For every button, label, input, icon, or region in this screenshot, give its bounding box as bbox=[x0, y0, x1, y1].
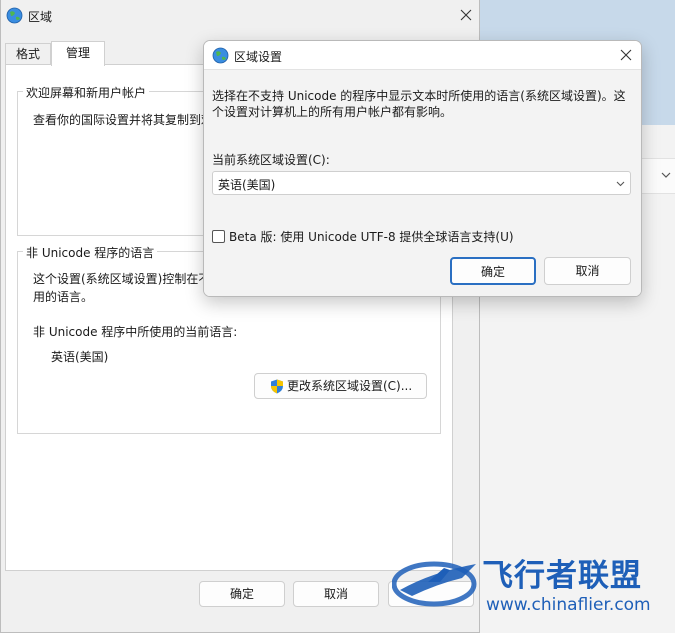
ok-button[interactable]: 确定 bbox=[199, 581, 285, 607]
dialog-ok-button[interactable]: 确定 bbox=[450, 257, 536, 285]
welcome-group-legend: 欢迎屏幕和新用户帐户 bbox=[23, 84, 150, 101]
chinaflier-watermark: 飞行者联盟 www.chinaflier.com bbox=[392, 545, 675, 633]
tab-administrative[interactable]: 管理 bbox=[51, 41, 105, 66]
plane-logo-icon bbox=[392, 561, 477, 607]
watermark-url: www.chinaflier.com bbox=[486, 595, 651, 615]
system-locale-select[interactable]: 英语(美国) bbox=[212, 171, 631, 195]
chevron-down-icon bbox=[661, 172, 671, 178]
close-icon[interactable] bbox=[618, 47, 634, 63]
nonunicode-description-line2: 用的语言。 bbox=[33, 290, 94, 304]
globe-icon bbox=[6, 7, 23, 24]
region-settings-dialog: 区域设置 选择在不支持 Unicode 的程序中显示文本时所使用的语言(系统区域… bbox=[203, 40, 642, 297]
change-system-locale-button[interactable]: 更改系统区域设置(C)... bbox=[254, 373, 427, 399]
watermark-brand: 飞行者联盟 bbox=[482, 558, 642, 594]
dialog-body: 选择在不支持 Unicode 的程序中显示文本时所使用的语言(系统区域设置)。这… bbox=[204, 69, 641, 296]
close-icon[interactable] bbox=[458, 7, 474, 23]
chevron-down-icon bbox=[616, 181, 625, 187]
uac-shield-icon bbox=[271, 379, 283, 394]
dialog-description: 选择在不支持 Unicode 的程序中显示文本时所使用的语言(系统区域设置)。这… bbox=[212, 89, 626, 119]
welcome-group-text: 查看你的国际设置并将其复制到欢 bbox=[33, 113, 214, 127]
dialog-title: 区域设置 bbox=[234, 50, 283, 64]
window-title: 区域 bbox=[28, 10, 53, 24]
nonunicode-description-line1: 这个设置(系统区域设置)控制在不 bbox=[33, 272, 211, 286]
globe-icon bbox=[212, 47, 229, 64]
tab-format[interactable]: 格式 bbox=[5, 43, 51, 65]
locale-label: 当前系统区域设置(C): bbox=[212, 153, 330, 167]
dialog-cancel-button[interactable]: 取消 bbox=[544, 257, 631, 285]
utf8-beta-checkbox[interactable] bbox=[212, 230, 225, 243]
system-locale-value: 英语(美国) bbox=[218, 178, 276, 192]
change-system-locale-label: 更改系统区域设置(C)... bbox=[287, 379, 413, 393]
current-language-value: 英语(美国) bbox=[51, 350, 109, 364]
utf8-beta-label[interactable]: Beta 版: 使用 Unicode UTF-8 提供全球语言支持(U) bbox=[229, 228, 514, 245]
current-language-label: 非 Unicode 程序中所使用的当前语言: bbox=[33, 325, 238, 339]
cancel-button[interactable]: 取消 bbox=[293, 581, 379, 607]
dialog-titlebar: 区域设置 bbox=[204, 41, 641, 69]
nonunicode-group-legend: 非 Unicode 程序的语言 bbox=[23, 244, 158, 261]
